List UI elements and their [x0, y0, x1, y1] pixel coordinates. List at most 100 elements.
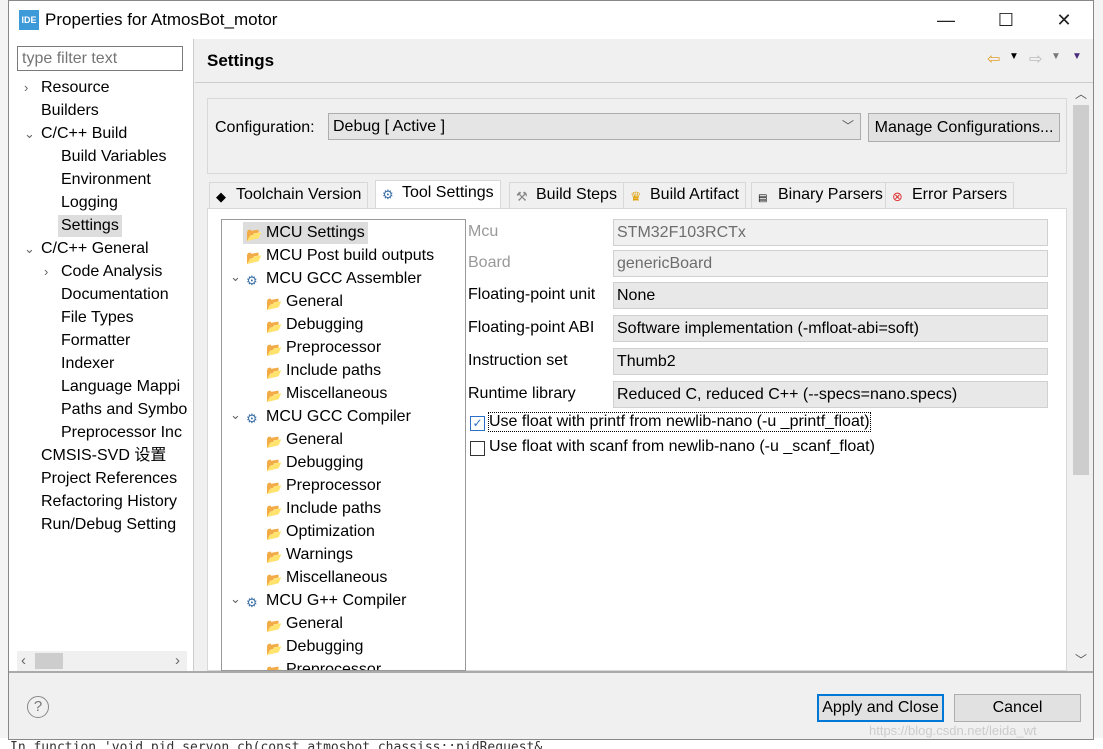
background-editor-left	[0, 0, 8, 749]
sidebar-item[interactable]: Settings	[58, 215, 122, 237]
tool-tree-item[interactable]: 📂 General	[266, 613, 343, 635]
tool-tree-item[interactable]: 📂 Warnings	[266, 544, 353, 566]
configuration-label: Configuration:	[215, 119, 315, 136]
tab-build-artifact[interactable]: ♛ Build Artifact	[623, 182, 746, 208]
sidebar-item[interactable]: Code Analysis	[61, 261, 162, 283]
view-menu-icon[interactable]: ▼	[1072, 51, 1082, 62]
property-sidebar: › ResourceBuilders ⌄ C/C++ BuildBuild Varia…	[9, 39, 194, 671]
expand-chevron-down-icon[interactable]: ⌄	[230, 407, 242, 423]
select-field[interactable]: Thumb2	[613, 348, 1048, 375]
vertical-scrollbar[interactable]: ︿ ﹀	[1069, 85, 1093, 671]
tool-tree-item[interactable]: 📂Preprocessor	[266, 337, 381, 359]
back-arrow-icon[interactable]: ⇦	[987, 49, 1000, 69]
tool-tree-item[interactable]: ⚙ MCU GCC Compiler	[246, 406, 411, 428]
apply-and-close-button[interactable]: Apply and Close	[817, 694, 944, 722]
checkbox-label[interactable]: Use float with printf from newlib-nano (…	[488, 412, 871, 432]
scroll-down-icon[interactable]: ﹀	[1075, 651, 1087, 668]
help-icon[interactable]: ?	[27, 696, 49, 718]
scroll-right-icon[interactable]: ›	[175, 652, 180, 669]
expand-chevron-right-icon[interactable]: ›	[44, 264, 56, 279]
select-field[interactable]: None	[613, 282, 1048, 309]
tool-tree-label: Debugging	[286, 316, 364, 333]
cancel-button[interactable]: Cancel	[954, 694, 1081, 722]
folder-settings-icon: 📂	[246, 250, 263, 265]
tool-tree-item[interactable]: ⚙ MCU G++ Compiler	[246, 590, 406, 612]
tool-tree-item[interactable]: 📂 Debugging	[266, 314, 363, 336]
sidebar-item[interactable]: C/C++ General	[41, 238, 149, 260]
tool-tree-item[interactable]: 📂 Miscellaneous	[266, 567, 387, 589]
tab-binary-parsers[interactable]: ▤ Binary Parsers	[751, 182, 890, 208]
tool-tree-item[interactable]: 📂Preprocessor	[266, 475, 381, 497]
tool-tree-item[interactable]: 📂 MCU Settings	[243, 222, 368, 244]
tool-tree-item[interactable]: 📂 Include paths	[266, 360, 381, 382]
tool-tree-item[interactable]: ⚙ MCU GCC Assembler	[246, 268, 422, 290]
checkbox-label[interactable]: Use float with scanf from newlib-nano (-…	[489, 438, 875, 456]
maximize-button[interactable]: ☐	[991, 7, 1021, 33]
minimize-button[interactable]: —	[931, 7, 961, 33]
sidebar-item[interactable]: Resource	[41, 77, 109, 99]
tool-gear-icon: ⚙	[246, 595, 258, 610]
configuration-select[interactable]: Debug [ Active ] ﹀	[328, 113, 861, 140]
sidebar-item[interactable]: Project References	[41, 468, 177, 490]
sidebar-item[interactable]: Language Mappi	[61, 376, 180, 398]
tool-tree-item[interactable]: 📂 MCU Post build outputs	[246, 245, 434, 267]
sidebar-item[interactable]: Logging	[61, 192, 118, 214]
checkbox[interactable]: ✓	[470, 416, 485, 431]
configuration-value: Debug [ Active ]	[333, 118, 446, 135]
tool-tree-label: Preprocessor	[286, 477, 382, 494]
scroll-up-icon[interactable]: ︿	[1075, 85, 1087, 102]
scroll-left-icon[interactable]: ‹	[21, 652, 26, 669]
filter-input[interactable]	[17, 46, 183, 71]
tab-tool-settings[interactable]: ⚙ Tool Settings	[375, 180, 501, 209]
expand-chevron-down-icon[interactable]: ⌄	[230, 269, 242, 285]
sidebar-item[interactable]: Formatter	[61, 330, 130, 352]
sidebar-item[interactable]: Build Variables	[61, 146, 167, 168]
tab-toolchain-version[interactable]: ◆ Toolchain Version	[209, 182, 369, 208]
tab-error-parsers[interactable]: ⊗ Error Parsers	[885, 182, 1015, 208]
chevron-down-icon: ﹀	[841, 119, 854, 133]
folder-settings-icon: 📂	[266, 296, 283, 311]
tab-build-steps[interactable]: ⚒ Build Steps	[509, 182, 624, 208]
expand-chevron-right-icon[interactable]: ›	[24, 80, 36, 95]
sidebar-item[interactable]: Preprocessor Inc	[61, 422, 182, 444]
sidebar-item[interactable]: Documentation	[61, 284, 169, 306]
tool-tree-label: Optimization	[286, 523, 375, 540]
sidebar-item[interactable]: File Types	[61, 307, 134, 329]
forward-arrow-icon[interactable]: ⇨	[1029, 49, 1042, 69]
back-menu-chevron-icon[interactable]: ▼	[1009, 51, 1019, 62]
sidebar-item[interactable]: CMSIS-SVD 设置	[41, 445, 166, 467]
tool-tree-item[interactable]: 📂Preprocessor	[266, 659, 381, 670]
scroll-thumb[interactable]	[35, 653, 63, 669]
close-button[interactable]: ✕	[1049, 7, 1079, 33]
tool-tree-item[interactable]: 📂 Debugging	[266, 636, 363, 658]
field-label: Mcu	[468, 223, 499, 240]
tool-tree-item[interactable]: 📂 Include paths	[266, 498, 381, 520]
sidebar-item[interactable]: Paths and Symbo	[61, 399, 187, 421]
tool-tree-item[interactable]: 📂 Miscellaneous	[266, 383, 387, 405]
sidebar-item[interactable]: C/C++ Build	[41, 123, 127, 145]
select-field[interactable]: Software implementation (-mfloat-abi=sof…	[613, 315, 1048, 342]
expand-chevron-down-icon[interactable]: ⌄	[24, 126, 36, 142]
sidebar-item[interactable]: Refactoring History	[41, 491, 177, 513]
sidebar-item[interactable]: Environment	[61, 169, 151, 191]
scroll-thumb[interactable]	[1073, 105, 1089, 475]
expand-chevron-down-icon[interactable]: ⌄	[230, 591, 242, 607]
tool-tree-item[interactable]: 📂 General	[266, 429, 343, 451]
tool-tree-item[interactable]: 📂 Optimization	[266, 521, 375, 543]
expand-chevron-down-icon[interactable]: ⌄	[24, 241, 36, 257]
field-label: Floating-point unit	[468, 286, 596, 303]
sidebar-item[interactable]: Run/Debug Setting	[41, 514, 176, 536]
folder-settings-icon: 📂	[266, 342, 283, 357]
sidebar-item[interactable]: Builders	[41, 100, 99, 122]
select-field[interactable]: Reduced C, reduced C++ (--specs=nano.spe…	[613, 381, 1048, 408]
forward-menu-chevron-icon[interactable]: ▼	[1051, 51, 1061, 62]
sidebar-item[interactable]: Indexer	[61, 353, 114, 375]
tool-tree-label: Debugging	[286, 638, 364, 655]
checkbox[interactable]	[470, 441, 485, 456]
tool-tree-item[interactable]: 📂 General	[266, 291, 343, 313]
gear-icon: ⚙	[382, 187, 394, 202]
tool-tree-item[interactable]: 📂 Debugging	[266, 452, 363, 474]
manage-configurations-button[interactable]: Manage Configurations...	[868, 113, 1060, 142]
horizontal-scrollbar[interactable]: ‹ ›	[17, 651, 187, 671]
folder-settings-icon: 📂	[246, 227, 263, 242]
